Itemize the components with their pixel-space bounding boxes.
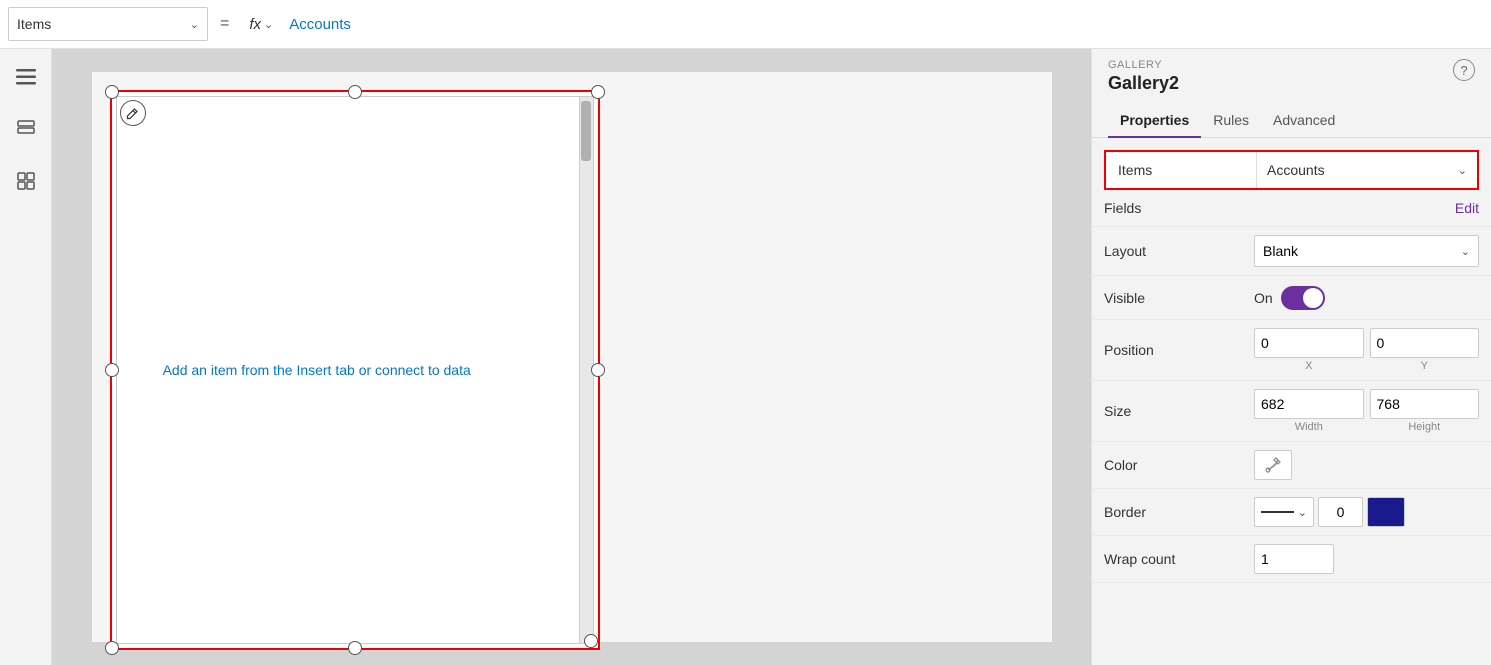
scrollbar-thumb bbox=[581, 101, 591, 161]
resize-handle-bottom-right[interactable] bbox=[584, 634, 598, 648]
fields-row: Fields Edit bbox=[1092, 190, 1491, 227]
canvas-white: Add an item from the Insert tab or conne… bbox=[92, 72, 1052, 642]
panel-section-label: GALLERY bbox=[1108, 59, 1475, 71]
border-label: Border bbox=[1104, 504, 1254, 520]
color-value bbox=[1254, 450, 1479, 480]
size-height-group: Height bbox=[1370, 389, 1480, 433]
items-property-label: Items bbox=[1106, 162, 1256, 178]
visible-value: On bbox=[1254, 286, 1479, 310]
panel-header: GALLERY Gallery2 bbox=[1092, 49, 1491, 98]
size-height-input[interactable] bbox=[1370, 389, 1480, 419]
visible-toggle[interactable] bbox=[1281, 286, 1325, 310]
panel-title: Gallery2 bbox=[1108, 73, 1475, 94]
color-picker-button[interactable] bbox=[1254, 450, 1292, 480]
accounts-formula-text: Accounts bbox=[289, 16, 351, 33]
size-inputs: Width Height bbox=[1254, 389, 1479, 433]
toggle-thumb bbox=[1303, 288, 1323, 308]
items-value-text: Accounts bbox=[1267, 162, 1325, 178]
position-y-input[interactable] bbox=[1370, 328, 1480, 358]
border-value: ⌄ bbox=[1254, 497, 1479, 527]
border-style-dropdown[interactable]: ⌄ bbox=[1254, 497, 1314, 527]
left-sidebar bbox=[0, 49, 52, 665]
fields-edit-button[interactable]: Edit bbox=[1455, 200, 1479, 216]
border-inputs: ⌄ bbox=[1254, 497, 1479, 527]
right-panel: GALLERY Gallery2 ? Properties Rules Adva… bbox=[1091, 49, 1491, 665]
sidebar-components-icon[interactable] bbox=[8, 163, 44, 199]
visible-on-label: On bbox=[1254, 290, 1273, 306]
position-label: Position bbox=[1104, 342, 1254, 358]
wrap-count-row: Wrap count bbox=[1092, 536, 1491, 583]
position-value: X Y bbox=[1254, 328, 1479, 372]
top-bar: Items ⌄ = fx ⌄ Accounts bbox=[0, 0, 1491, 49]
position-y-group: Y bbox=[1370, 328, 1480, 372]
size-row: Size Width Height bbox=[1092, 381, 1491, 442]
fx-icon: fx bbox=[249, 16, 261, 33]
border-num-input[interactable] bbox=[1318, 497, 1363, 527]
size-label: Size bbox=[1104, 403, 1254, 419]
tab-properties[interactable]: Properties bbox=[1108, 104, 1201, 138]
resize-handle-middle-right[interactable] bbox=[591, 363, 605, 377]
panel-content: Items Accounts ⌄ Fields Edit Layout Blan… bbox=[1092, 138, 1491, 665]
items-value-dropdown[interactable]: Accounts ⌄ bbox=[1256, 152, 1477, 188]
size-value: Width Height bbox=[1254, 389, 1479, 433]
wrap-count-label: Wrap count bbox=[1104, 551, 1254, 567]
equals-sign: = bbox=[216, 15, 233, 33]
resize-handle-top-right[interactable] bbox=[591, 85, 605, 99]
layout-value-text: Blank bbox=[1263, 243, 1298, 259]
layout-dropdown[interactable]: Blank ⌄ bbox=[1254, 235, 1479, 267]
position-y-label: Y bbox=[1370, 360, 1480, 372]
position-x-group: X bbox=[1254, 328, 1364, 372]
tab-rules[interactable]: Rules bbox=[1201, 104, 1261, 138]
canvas-area: Add an item from the Insert tab or conne… bbox=[52, 49, 1091, 665]
toggle-row: On bbox=[1254, 286, 1479, 310]
position-x-label: X bbox=[1254, 360, 1364, 372]
sidebar-layers-icon[interactable] bbox=[8, 111, 44, 147]
fields-label: Fields bbox=[1104, 200, 1455, 216]
gallery-component[interactable]: Add an item from the Insert tab or conne… bbox=[110, 90, 600, 650]
items-dropdown[interactable]: Items ⌄ bbox=[8, 7, 208, 41]
border-color-swatch[interactable] bbox=[1367, 497, 1405, 527]
sidebar-hamburger-icon[interactable] bbox=[8, 59, 44, 95]
items-dropdown-chevron-panel: ⌄ bbox=[1458, 164, 1467, 177]
position-row: Position X Y bbox=[1092, 320, 1491, 381]
wrap-count-input[interactable] bbox=[1254, 544, 1334, 574]
border-style-chevron: ⌄ bbox=[1298, 506, 1307, 519]
layout-label: Layout bbox=[1104, 243, 1254, 259]
main-layout: Add an item from the Insert tab or conne… bbox=[0, 49, 1491, 665]
resize-handle-bottom-left[interactable] bbox=[105, 641, 119, 655]
fx-dropdown[interactable]: fx ⌄ bbox=[241, 12, 281, 37]
size-height-label: Height bbox=[1370, 421, 1480, 433]
size-width-group: Width bbox=[1254, 389, 1364, 433]
size-width-label: Width bbox=[1254, 421, 1364, 433]
visible-row: Visible On bbox=[1092, 276, 1491, 320]
layout-row: Layout Blank ⌄ bbox=[1092, 227, 1491, 276]
size-width-input[interactable] bbox=[1254, 389, 1364, 419]
panel-help-button[interactable]: ? bbox=[1453, 59, 1475, 81]
position-inputs: X Y bbox=[1254, 328, 1479, 372]
wrap-count-value bbox=[1254, 544, 1479, 574]
tab-advanced[interactable]: Advanced bbox=[1261, 104, 1347, 138]
border-row: Border ⌄ bbox=[1092, 489, 1491, 536]
resize-handle-bottom-center[interactable] bbox=[348, 641, 362, 655]
gallery-empty-text: Add an item from the Insert tab or conne… bbox=[163, 362, 471, 378]
layout-value: Blank ⌄ bbox=[1254, 235, 1479, 267]
visible-label: Visible bbox=[1104, 290, 1254, 306]
color-label: Color bbox=[1104, 457, 1254, 473]
panel-header-row: GALLERY Gallery2 ? bbox=[1092, 49, 1491, 98]
items-dropdown-text: Items bbox=[17, 16, 51, 32]
color-row: Color bbox=[1092, 442, 1491, 489]
items-property-row: Items Accounts ⌄ bbox=[1104, 150, 1479, 190]
layout-dropdown-chevron: ⌄ bbox=[1461, 245, 1470, 258]
panel-tabs: Properties Rules Advanced bbox=[1092, 104, 1491, 138]
border-style-line bbox=[1261, 511, 1294, 513]
position-x-input[interactable] bbox=[1254, 328, 1364, 358]
fx-chevron: ⌄ bbox=[264, 18, 273, 31]
items-dropdown-chevron: ⌄ bbox=[190, 18, 199, 31]
